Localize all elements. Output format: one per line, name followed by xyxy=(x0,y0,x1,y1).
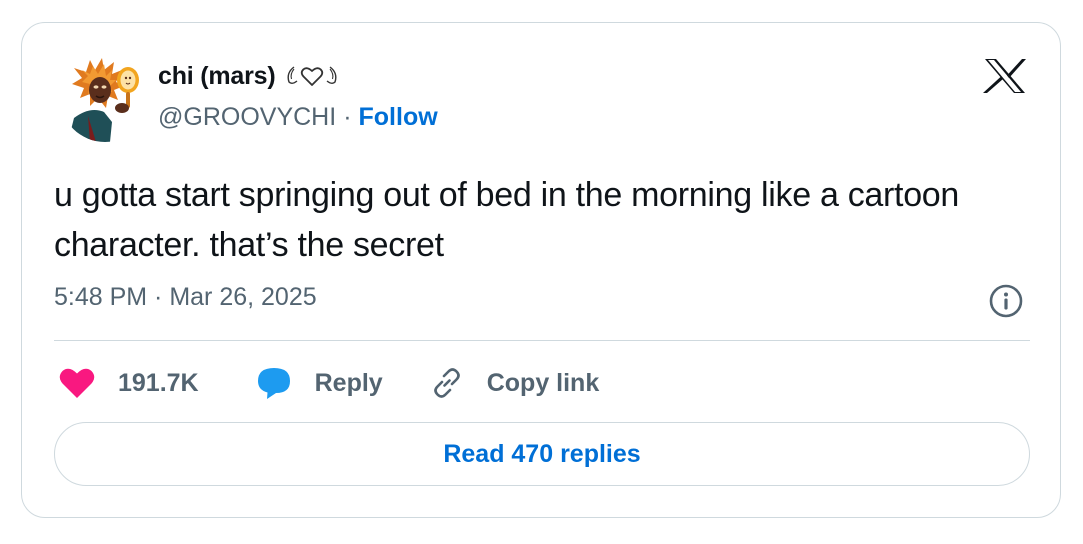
wings-heart-icon xyxy=(283,63,341,89)
action-bar: 191.7K Reply Copy link xyxy=(58,362,599,404)
avatar[interactable] xyxy=(60,52,150,142)
divider xyxy=(54,340,1030,341)
tweet-timestamp[interactable]: 5:48 PM · Mar 26, 2025 xyxy=(54,283,317,312)
author-handle[interactable]: @GROOVYCHI xyxy=(158,103,336,132)
read-replies-button[interactable]: Read 470 replies xyxy=(54,422,1030,486)
reply-button[interactable]: Reply xyxy=(255,366,383,400)
copy-link-label: Copy link xyxy=(486,368,600,397)
speech-bubble-icon xyxy=(255,366,293,400)
x-logo-icon[interactable] xyxy=(981,58,1029,94)
read-replies-label: Read 470 replies xyxy=(443,439,641,468)
separator-dot: · xyxy=(343,102,352,131)
copy-link-button[interactable]: Copy link xyxy=(429,365,600,401)
like-button[interactable]: 191.7K xyxy=(58,366,199,400)
reply-label: Reply xyxy=(314,368,383,397)
like-count: 191.7K xyxy=(118,368,199,397)
avatar-illustration xyxy=(60,52,150,142)
heart-icon xyxy=(58,366,96,400)
link-icon xyxy=(429,365,465,401)
author-name-row: chi (mars) xyxy=(158,60,341,92)
info-icon[interactable] xyxy=(988,283,1024,319)
follow-button[interactable]: Follow xyxy=(359,103,438,132)
tweet-text: u gotta start springing out of bed in th… xyxy=(54,176,960,264)
display-name[interactable]: chi (mars) xyxy=(158,62,276,91)
author-handle-row: @GROOVYCHI · Follow xyxy=(158,101,438,133)
